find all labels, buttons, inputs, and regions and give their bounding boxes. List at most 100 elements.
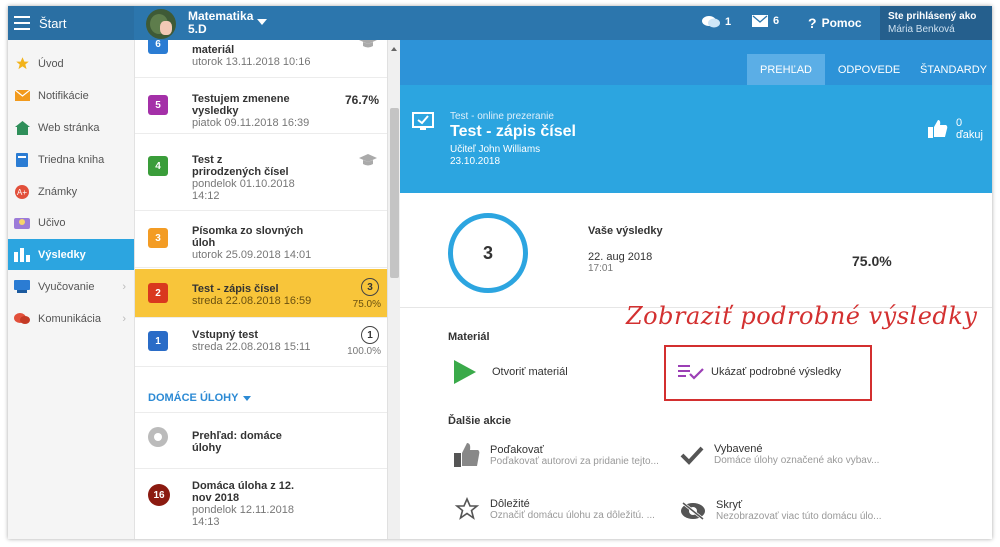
list-item[interactable]: 1 Vstupný test streda 22.08.2018 15:11 1…	[135, 318, 387, 367]
test-title: Test - zápis čísel	[450, 123, 576, 140]
hide-button[interactable]: Skryť Nezobrazovať viac túto domácu úlo.…	[680, 499, 882, 522]
test-teacher: Učiteľ John Williams	[450, 144, 541, 155]
thanks-count: 0 ďakuj	[955, 117, 983, 141]
material-header: Materiál	[448, 331, 490, 343]
course-selector[interactable]: Matematika 5.D	[188, 10, 253, 36]
star-icon	[14, 57, 30, 71]
results-date: 22. aug 2018	[588, 251, 653, 263]
open-material-button[interactable]: Otvoriť materiál	[454, 360, 568, 384]
mail-button[interactable]: 6	[752, 15, 779, 27]
list-item-date: piatok 09.11.2018 16:39	[192, 117, 310, 129]
menu-toggle[interactable]: Štart	[8, 6, 134, 40]
list-item-title: Testujem zmenene vysledky	[192, 93, 290, 117]
user-prefix: Ste prihlásený ako	[888, 11, 977, 22]
tab-standardy[interactable]: ŠTANDARDY	[915, 54, 992, 85]
list-item-badge: 2	[148, 283, 168, 303]
mark-important-button[interactable]: Dôležité Označiť domácu úlohu za dôležit…	[454, 497, 655, 521]
list-item-percent: 100.0%	[347, 346, 381, 357]
messages-button[interactable]: 1	[702, 15, 731, 29]
attempts-ring: 1	[361, 326, 379, 344]
list-item-title: Domáca úloha z 12. nov 2018	[192, 480, 295, 504]
question-icon: ?	[808, 15, 817, 31]
list-item[interactable]: 3 Písomka zo slovných úloh utorok 25.09.…	[135, 211, 387, 268]
list-item[interactable]: 5 Testujem zmenene vysledky piatok 09.11…	[135, 77, 387, 134]
tab-prehlad[interactable]: PREHĽAD	[747, 54, 825, 85]
sidebar: Úvod Notifikácie Web stránka Triedna kni…	[8, 40, 135, 539]
gear-icon	[148, 427, 168, 447]
tab-odpovede[interactable]: ODPOVEDE	[830, 54, 908, 85]
sidebar-item-ucivo[interactable]: Učivo	[8, 207, 134, 238]
thumbs-up-icon	[454, 443, 480, 467]
detail-panel: PREHĽAD ODPOVEDE ŠTANDARDY Test - online…	[400, 40, 992, 539]
list-item-badge: 3	[148, 228, 168, 248]
results-summary: 3 Vaše výsledky 22. aug 2018 17:01 75.0%	[400, 193, 992, 308]
sidebar-item-label: Úvod	[38, 57, 64, 70]
homework-section-toggle[interactable]: DOMÁCE ÚLOHY	[148, 392, 252, 404]
graduation-cap-icon	[359, 40, 377, 48]
sidebar-item-notifikacie[interactable]: Notifikácie	[8, 80, 134, 111]
results-count-ring: 3	[448, 213, 528, 293]
checklist-icon	[678, 365, 704, 380]
sidebar-item-vyucovanie[interactable]: Vyučovanie ›	[8, 271, 134, 302]
sidebar-item-znamky[interactable]: A+ Známky	[8, 176, 134, 207]
help-button[interactable]: ? Pomoc	[808, 15, 862, 31]
action-title: Dôležité	[490, 497, 530, 510]
scrollbar-thumb[interactable]	[390, 108, 399, 278]
scroll-up-icon[interactable]	[391, 47, 397, 51]
bar-chart-icon	[14, 247, 30, 262]
envelope-icon	[14, 89, 30, 103]
action-title: Skryť	[716, 499, 743, 511]
list-item-badge: 16	[148, 484, 170, 506]
list-item[interactable]: 6 materiál utorok 13.11.2018 10:16	[135, 40, 387, 78]
show-details-button[interactable]: Ukázať podrobné výsledky	[678, 364, 841, 380]
sidebar-item-vysledky[interactable]: Výsledky	[8, 239, 134, 270]
action-title: Vybavené	[714, 443, 763, 455]
sidebar-item-label: Vyučovanie	[38, 280, 95, 293]
help-label: Pomoc	[821, 16, 862, 30]
action-subtitle: Označiť domácu úlohu za dôležitú. ...	[490, 509, 655, 521]
action-subtitle: Nezobrazovať viac túto domácu úlo...	[716, 511, 882, 522]
chevron-right-icon: ›	[122, 312, 126, 325]
svg-text:A+: A+	[17, 188, 27, 197]
house-icon	[14, 120, 30, 135]
test-kind: Test - online prezeranie	[450, 111, 554, 122]
mail-count: 6	[773, 15, 780, 27]
thanks-button[interactable]: 0 ďakuj	[928, 117, 992, 141]
sidebar-item-web-stranka[interactable]: Web stránka	[8, 112, 134, 143]
chevron-right-icon: ›	[122, 280, 126, 293]
sidebar-item-uvod[interactable]: Úvod	[8, 48, 134, 79]
action-title: Poďakovať	[490, 443, 544, 456]
list-item-selected[interactable]: 2 Test - zápis čísel streda 22.08.2018 1…	[135, 269, 387, 318]
list-item[interactable]: 16 Domáca úloha z 12. nov 2018 pondelok …	[135, 468, 387, 539]
other-actions-header: Ďalšie akcie	[448, 415, 511, 427]
test-date: 23.10.2018	[450, 156, 501, 167]
homework-header: DOMÁCE ÚLOHY	[148, 392, 239, 404]
sidebar-item-label: Komunikácia	[38, 312, 101, 325]
star-outline-icon	[454, 497, 480, 520]
list-item-badge: 4	[148, 156, 168, 176]
chevron-down-icon[interactable]	[257, 19, 267, 25]
play-icon	[454, 360, 476, 384]
results-label: Vaše výsledky	[588, 225, 663, 237]
results-time: 17:01	[588, 263, 614, 274]
list-item-title: Test z prirodzených čísel	[192, 154, 289, 178]
test-header: Test - online prezeranie Test - zápis čí…	[400, 85, 992, 193]
book-icon	[14, 152, 30, 167]
results-percent: 75.0%	[852, 253, 892, 269]
mark-done-button[interactable]: Vybavené Domáce úlohy označené ako vybav…	[680, 443, 879, 466]
course-avatar[interactable]	[146, 9, 176, 39]
folder-icon	[14, 216, 30, 230]
monitor-check-icon	[412, 112, 434, 130]
list-scrollbar[interactable]	[387, 40, 401, 539]
user-info[interactable]: Ste prihlásený ako Mária Benková	[880, 6, 992, 40]
sidebar-item-triedna-kniha[interactable]: Triedna kniha	[8, 144, 134, 175]
sidebar-item-komunikacia[interactable]: Komunikácia ›	[8, 303, 134, 334]
eye-slash-icon	[681, 501, 705, 520]
list-item[interactable]: 4 Test z prirodzených čísel pondelok 01.…	[135, 134, 387, 211]
list-item-date: pondelok 12.11.2018 14:13	[192, 504, 294, 528]
list-item[interactable]: Prehľad: domáce úlohy	[135, 412, 387, 469]
sidebar-item-label: Výsledky	[38, 248, 86, 261]
thank-author-button[interactable]: Poďakovať Poďakovať autorovi za pridanie…	[454, 443, 659, 467]
list-item-title: Písomka zo slovných úloh	[192, 225, 304, 249]
list-item-title: Vstupný test	[192, 329, 259, 341]
